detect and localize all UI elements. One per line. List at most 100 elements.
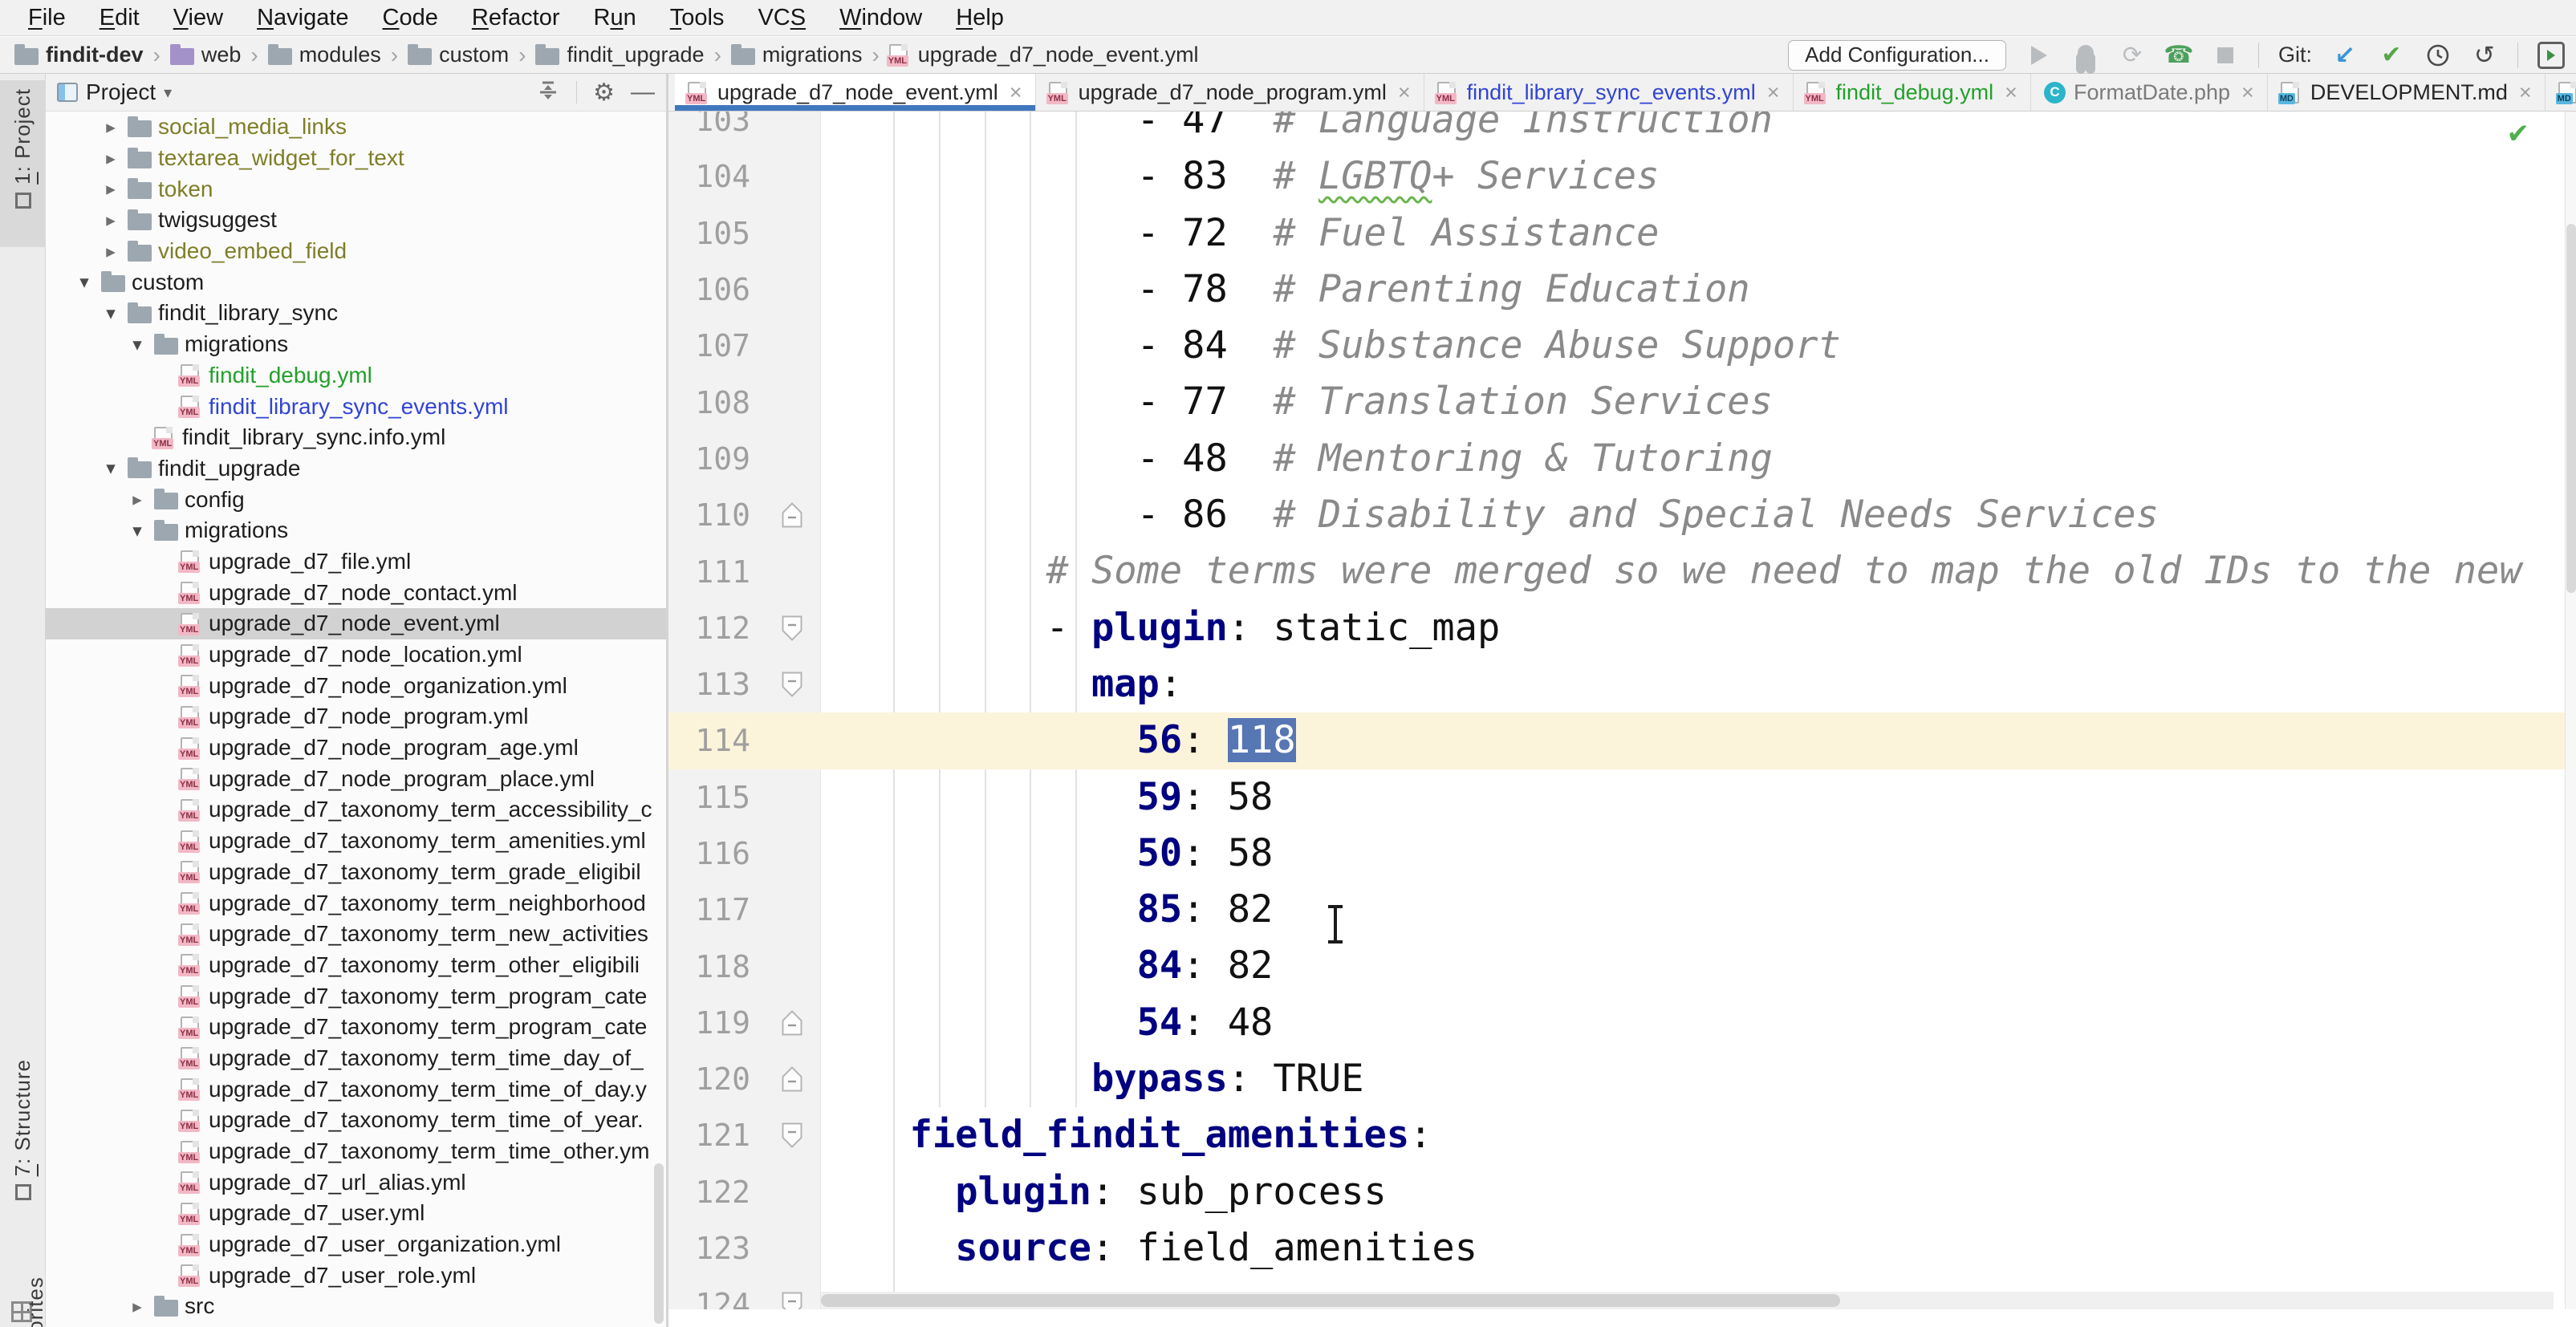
chevron-expanded-icon[interactable]: ▾ <box>100 302 121 324</box>
tree-row[interactable]: YMLupgrade_d7_taxonomy_term_time_day_of_ <box>46 1043 666 1074</box>
breadcrumb-item[interactable]: modules <box>268 43 381 67</box>
gear-icon[interactable]: ⚙ <box>593 79 615 107</box>
tree-row[interactable]: YMLupgrade_d7_node_program_age.yml <box>46 732 666 764</box>
chevron-collapsed-icon[interactable]: ▸ <box>100 148 121 169</box>
chevron-collapsed-icon[interactable]: ▸ <box>100 209 121 231</box>
tree-row[interactable]: ▾findit_library_sync <box>46 298 666 329</box>
close-icon[interactable]: × <box>1767 80 1780 105</box>
fold-marker-start[interactable] <box>763 1292 821 1309</box>
tree-row[interactable]: YMLupgrade_d7_taxonomy_term_time_of_day.… <box>46 1073 666 1105</box>
tree-row[interactable]: YMLfindit_debug.yml <box>46 360 666 392</box>
terminal-run-icon[interactable] <box>2537 42 2565 69</box>
collapse-all-icon[interactable] <box>536 80 560 104</box>
inspection-ok-icon[interactable]: ✔ <box>2507 118 2530 150</box>
tree-row[interactable]: YMLupgrade_d7_user_role.yml <box>46 1260 666 1291</box>
tree-row[interactable]: ▾findit_upgrade <box>46 453 666 485</box>
tree-row[interactable]: YMLupgrade_d7_node_organization.yml <box>46 670 666 701</box>
tree-row[interactable]: YMLupgrade_d7_taxonomy_term_amenities.ym… <box>46 826 666 857</box>
tree-row[interactable]: YMLupgrade_d7_taxonomy_term_program_cate <box>46 980 666 1012</box>
menu-item-tools[interactable]: Tools <box>653 5 742 31</box>
tree-row[interactable]: ▸textarea_widget_for_text <box>46 143 666 174</box>
chevron-expanded-icon[interactable]: ▾ <box>127 520 148 542</box>
menu-item-vcs[interactable]: VCS <box>741 5 823 31</box>
editor-tab[interactable]: MDDEVELOPMENT.md× <box>2268 74 2546 111</box>
tree-row[interactable]: YMLupgrade_d7_taxonomy_term_grade_eligib… <box>46 857 666 888</box>
tree-row[interactable]: YMLupgrade_d7_file.yml <box>46 546 666 578</box>
tree-row[interactable]: YMLupgrade_d7_taxonomy_term_time_of_year… <box>46 1105 666 1136</box>
git-update-icon[interactable]: ↙ <box>2331 42 2359 69</box>
rerun-coverage-icon[interactable]: ⟳ <box>2119 42 2146 69</box>
chevron-expanded-icon[interactable]: ▾ <box>74 271 95 293</box>
fold-marker-start[interactable] <box>763 672 821 697</box>
editor-tab[interactable]: YMLfindit_debug.yml× <box>1794 74 2031 111</box>
tree-row[interactable]: ▸video_embed_field <box>46 236 666 267</box>
menu-item-refactor[interactable]: Refactor <box>455 5 577 31</box>
chevron-collapsed-icon[interactable]: ▸ <box>127 489 148 510</box>
editor-tab-active[interactable]: YMLupgrade_d7_node_event.yml× <box>675 74 1036 111</box>
hide-panel-icon[interactable]: — <box>631 79 655 106</box>
vertical-scrollbar-thumb[interactable] <box>2566 224 2576 593</box>
breadcrumb-item[interactable]: web <box>170 43 242 67</box>
tree-row[interactable]: YMLupgrade_d7_taxonomy_term_accessibilit… <box>46 794 666 826</box>
menu-item-help[interactable]: Help <box>939 5 1021 31</box>
tree-row[interactable]: YMLupgrade_d7_taxonomy_term_other_eligib… <box>46 950 666 981</box>
tree-row[interactable]: YMLupgrade_d7_node_location.yml <box>46 639 666 671</box>
horizontal-scrollbar-thumb[interactable] <box>821 1294 1840 1307</box>
menu-item-run[interactable]: Run <box>577 5 653 31</box>
tree-row[interactable]: YMLupgrade_d7_user_organization.yml <box>46 1229 666 1260</box>
editor-tab[interactable]: MD: <box>2546 74 2576 111</box>
fold-marker-end[interactable] <box>763 1010 821 1036</box>
tree-row[interactable]: YMLupgrade_d7_user.yml <box>46 1198 666 1229</box>
breadcrumb-item[interactable]: migrations <box>731 43 863 67</box>
editor-tab[interactable]: YMLupgrade_d7_node_program.yml× <box>1036 74 1424 111</box>
tree-row[interactable]: ▾custom <box>46 266 666 298</box>
debug-icon[interactable] <box>2072 42 2099 69</box>
tree-row[interactable]: ▸config <box>46 484 666 515</box>
tree-row[interactable]: YMLupgrade_d7_taxonomy_term_time_other.y… <box>46 1136 666 1167</box>
tree-row[interactable]: YMLupgrade_d7_url_alias.yml <box>46 1167 666 1198</box>
tree-row[interactable]: YMLupgrade_d7_taxonomy_term_neighborhood <box>46 887 666 919</box>
tree-row[interactable]: ▾migrations <box>46 515 666 546</box>
tree-row[interactable]: YMLupgrade_d7_taxonomy_term_program_cate <box>46 1012 666 1043</box>
tree-row-selected[interactable]: YMLupgrade_d7_node_event.yml <box>46 608 666 639</box>
git-history-icon[interactable] <box>2424 42 2452 69</box>
chevron-collapsed-icon[interactable]: ▸ <box>127 1296 148 1317</box>
tree-row[interactable]: YMLupgrade_d7_node_program.yml <box>46 701 666 732</box>
tree-row[interactable]: ▸src <box>46 1291 666 1322</box>
code-editor[interactable]: 103 - 47 # Language Instruction104 - 83 … <box>668 112 2565 1309</box>
chevron-expanded-icon[interactable]: ▾ <box>127 334 148 355</box>
breadcrumb-item[interactable]: custom <box>408 43 509 67</box>
tree-row[interactable]: YML <box>46 1322 666 1327</box>
close-icon[interactable]: × <box>1010 80 1022 105</box>
editor-tab[interactable]: CFormatDate.php× <box>2031 74 2268 111</box>
fold-marker-start[interactable] <box>763 1122 821 1148</box>
project-panel-title[interactable]: Project <box>86 79 156 105</box>
add-configuration-button[interactable]: Add Configuration... <box>1788 40 2006 71</box>
menu-item-view[interactable]: View <box>156 5 240 31</box>
php-debug-listen-icon[interactable]: ☎ <box>2165 42 2192 69</box>
tree-row[interactable]: ▸token <box>46 173 666 205</box>
tree-row[interactable]: YMLupgrade_d7_node_program_place.yml <box>46 763 666 794</box>
vertical-scrollbar[interactable] <box>2565 112 2576 1309</box>
fold-marker-start[interactable] <box>763 615 821 641</box>
tree-row[interactable]: YMLupgrade_d7_node_contact.yml <box>46 577 666 608</box>
breadcrumb-item[interactable]: findit_upgrade <box>535 43 704 67</box>
chevron-collapsed-icon[interactable]: ▸ <box>100 116 121 138</box>
chevron-collapsed-icon[interactable]: ▸ <box>100 178 121 200</box>
fold-marker-end[interactable] <box>763 502 821 528</box>
editor-tab[interactable]: YMLfindit_library_sync_events.yml× <box>1424 74 1794 111</box>
menu-item-file[interactable]: File <box>11 5 83 31</box>
chevron-down-icon[interactable]: ▾ <box>164 83 172 103</box>
breadcrumb-item[interactable]: findit-dev <box>14 43 144 67</box>
breadcrumb-item[interactable]: YMLupgrade_d7_node_event.yml <box>889 43 1199 67</box>
tree-row[interactable]: ▾migrations <box>46 329 666 360</box>
tree-row[interactable]: YMLfindit_library_sync.info.yml <box>46 422 666 453</box>
tree-row[interactable]: ▸social_media_links <box>46 112 666 143</box>
chevron-collapsed-icon[interactable]: ▸ <box>100 241 121 262</box>
close-icon[interactable]: × <box>1398 80 1411 105</box>
menu-item-navigate[interactable]: Navigate <box>240 5 365 31</box>
run-icon[interactable] <box>2025 42 2053 69</box>
stripe-button-project[interactable]: 1: Project <box>0 80 46 247</box>
tree-row[interactable]: ▸twigsuggest <box>46 205 666 236</box>
menu-item-window[interactable]: Window <box>823 5 939 31</box>
